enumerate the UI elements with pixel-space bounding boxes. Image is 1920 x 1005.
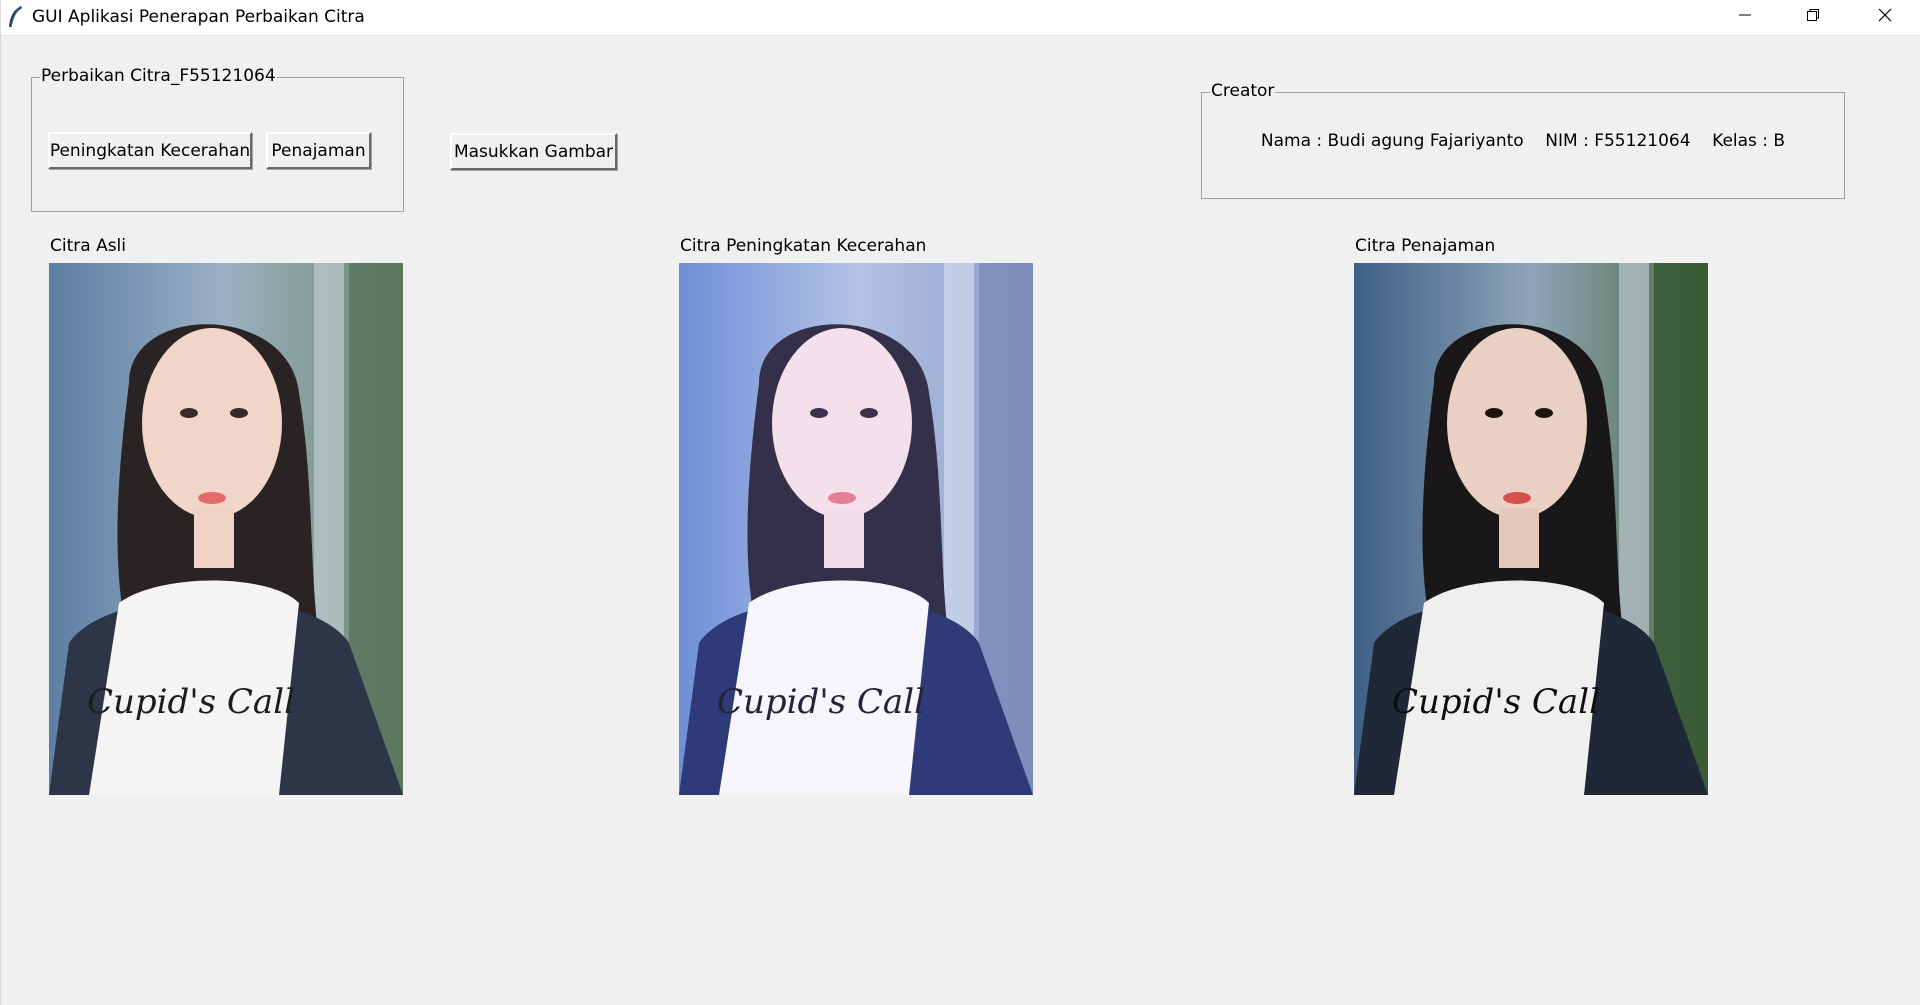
perbaikan-citra-legend: Perbaikan Citra_F55121064 [40, 66, 277, 86]
window-title: GUI Aplikasi Penerapan Perbaikan Citra [32, 7, 365, 27]
close-icon [1877, 7, 1893, 28]
svg-text:Cupid's Call: Cupid's Call [87, 682, 295, 722]
svg-text:Cupid's Call: Cupid's Call [717, 682, 925, 722]
feather-icon [7, 5, 25, 29]
load-image-button[interactable]: Masukkan Gambar [450, 133, 617, 170]
minimize-icon [1737, 7, 1753, 28]
svg-text:Cupid's Call: Cupid's Call [1392, 682, 1600, 722]
maximize-button[interactable] [1779, 0, 1847, 34]
sharpen-button[interactable]: Penajaman [266, 132, 371, 169]
creator-info: Nama : Budi agung Fajariyanto NIM : F551… [1260, 131, 1786, 151]
original-image: Cupid's Call [49, 263, 403, 795]
brightened-image-label: Citra Peningkatan Kecerahan [680, 236, 927, 256]
app-window: GUI Aplikasi Penerapan Perbaikan Citra P… [0, 0, 1920, 1005]
close-button[interactable] [1851, 0, 1919, 34]
minimize-button[interactable] [1711, 0, 1779, 34]
perbaikan-citra-group: Perbaikan Citra_F55121064 Peningkatan Ke… [31, 66, 404, 212]
brightness-button[interactable]: Peningkatan Kecerahan [48, 132, 252, 169]
sharpened-image-label: Citra Penajaman [1355, 236, 1496, 256]
restore-icon [1805, 7, 1821, 28]
brightened-image: Cupid's Call [679, 263, 1033, 795]
title-bar[interactable]: GUI Aplikasi Penerapan Perbaikan Citra [1, 0, 1920, 36]
creator-group: Creator Nama : Budi agung Fajariyanto NI… [1201, 81, 1845, 199]
original-image-label: Citra Asli [50, 236, 127, 256]
creator-legend: Creator [1210, 81, 1276, 101]
sharpened-image: Cupid's Call [1354, 263, 1708, 795]
